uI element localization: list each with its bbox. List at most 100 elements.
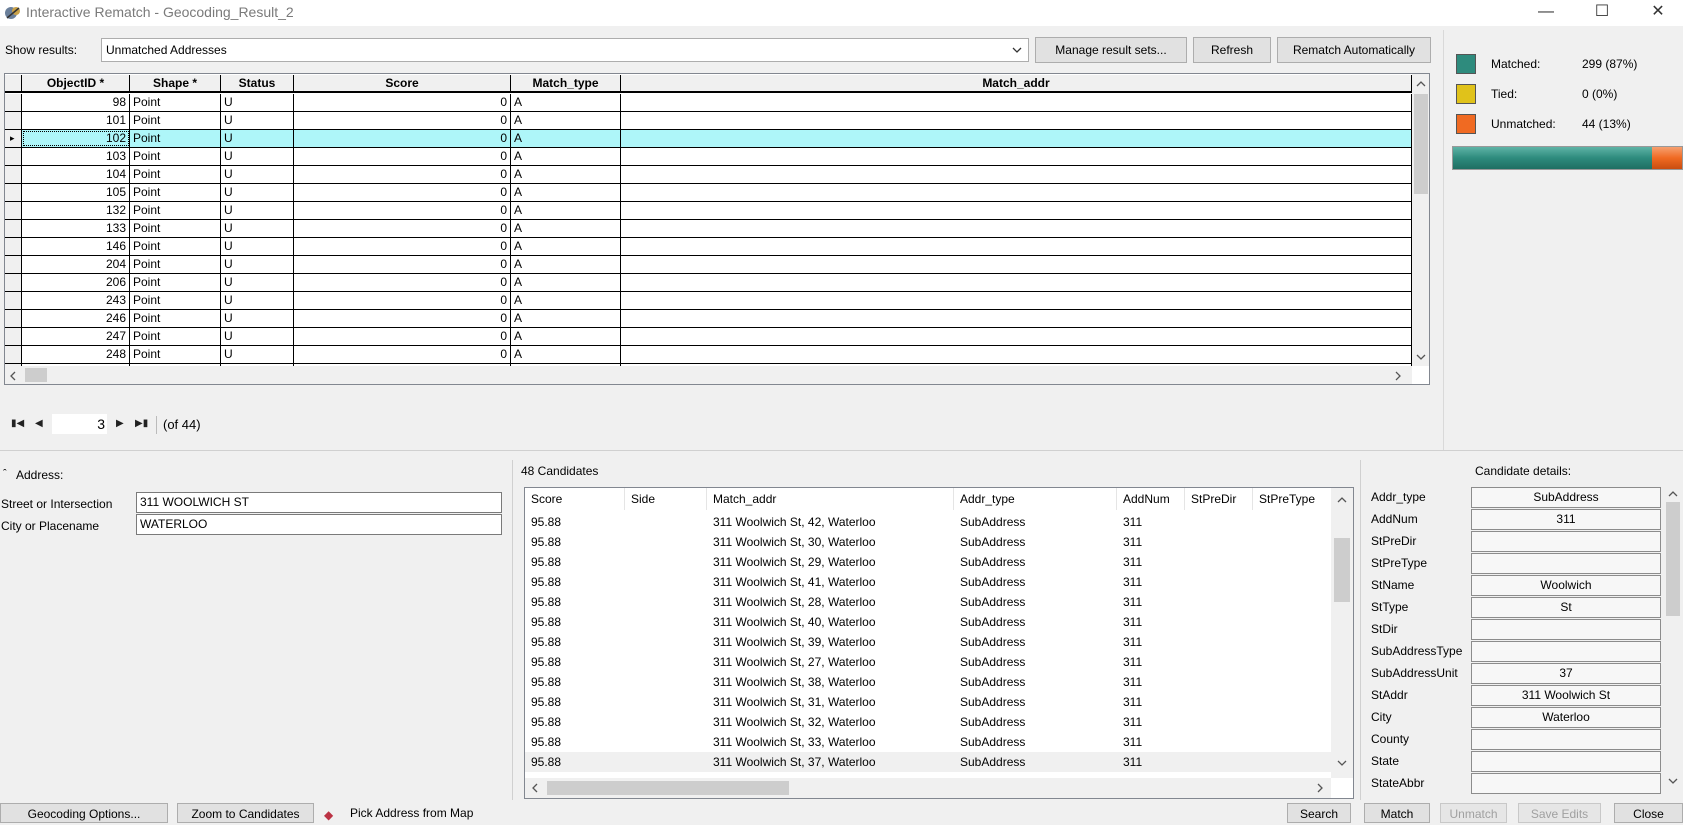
table-cell[interactable]: 206 — [22, 274, 130, 291]
table-cell[interactable]: U — [221, 310, 294, 327]
scroll-down-icon[interactable] — [1668, 778, 1678, 785]
table-cell[interactable] — [621, 220, 1412, 237]
detail-value[interactable]: 37 — [1471, 663, 1661, 684]
candidate-row[interactable]: 95.88 311 Woolwich St, 41, Waterloo SubAdd… — [525, 572, 1331, 592]
detail-value[interactable] — [1471, 751, 1661, 772]
table-cell[interactable]: U — [221, 274, 294, 291]
table-cell[interactable]: 104 — [22, 166, 130, 183]
table-cell[interactable]: 0 — [294, 184, 511, 201]
row-selector[interactable] — [5, 256, 22, 273]
table-cell[interactable]: 0 — [294, 256, 511, 273]
scroll-down-icon[interactable] — [1416, 354, 1426, 361]
table-cell[interactable]: 0 — [294, 130, 511, 147]
detail-value[interactable] — [1471, 619, 1661, 640]
row-selector[interactable] — [5, 328, 22, 345]
table-cell[interactable]: A — [511, 256, 621, 273]
table-cell[interactable]: U — [221, 256, 294, 273]
row-selector[interactable] — [5, 292, 22, 309]
row-selector[interactable] — [5, 166, 22, 183]
page-number-input[interactable]: 3 — [52, 414, 107, 434]
table-cell[interactable]: A — [511, 202, 621, 219]
detail-value[interactable]: Waterloo — [1471, 707, 1661, 728]
column-header-objectid[interactable]: ObjectID * — [22, 75, 130, 93]
table-cell[interactable]: A — [511, 148, 621, 165]
table-row[interactable]: ▸ 102 Point U 0 A — [5, 130, 1412, 148]
table-row[interactable]: 105 Point U 0 A — [5, 184, 1412, 202]
table-cell[interactable] — [621, 112, 1412, 129]
table-row[interactable]: 248 Point U 0 A — [5, 346, 1412, 364]
table-cell[interactable]: Point — [130, 346, 221, 363]
table-row[interactable]: 132 Point U 0 A — [5, 202, 1412, 220]
table-cell[interactable]: 146 — [22, 238, 130, 255]
candidate-row[interactable]: 95.88 311 Woolwich St, 27, Waterloo SubAdd… — [525, 652, 1331, 672]
candidate-row[interactable]: 95.88 311 Woolwich St, 29, Waterloo SubAdd… — [525, 552, 1331, 572]
detail-value[interactable] — [1471, 773, 1661, 794]
table-cell[interactable]: 133 — [22, 220, 130, 237]
table-cell[interactable]: Point — [130, 292, 221, 309]
table-cell[interactable]: 102 — [22, 130, 130, 147]
manage-result-sets-button[interactable]: Manage result sets... — [1035, 37, 1187, 63]
table-cell[interactable]: Point — [130, 184, 221, 201]
match-button[interactable]: Match — [1364, 803, 1430, 823]
cand-header-side[interactable]: Side — [625, 488, 707, 510]
table-row[interactable]: 206 Point U 0 A — [5, 274, 1412, 292]
zoom-to-candidates-button[interactable]: Zoom to Candidates — [177, 803, 314, 823]
close-button[interactable]: Close — [1614, 803, 1683, 823]
table-cell[interactable]: U — [221, 184, 294, 201]
table-cell[interactable]: Point — [130, 238, 221, 255]
last-page-icon[interactable]: ▶▮ — [135, 418, 148, 429]
table-cell[interactable]: U — [221, 166, 294, 183]
candidate-row[interactable]: 95.88 311 Woolwich St, 31, Waterloo SubAdd… — [525, 692, 1331, 712]
table-cell[interactable]: A — [511, 346, 621, 363]
street-input[interactable]: 311 WOOLWICH ST — [136, 492, 502, 513]
city-input[interactable]: WATERLOO — [136, 514, 502, 535]
geocoding-options-button[interactable]: Geocoding Options... — [0, 803, 168, 823]
table-cell[interactable] — [621, 202, 1412, 219]
table-scroll-thumb[interactable] — [1414, 94, 1428, 194]
table-cell[interactable]: 0 — [294, 148, 511, 165]
refresh-button[interactable]: Refresh — [1193, 37, 1271, 63]
cand-header-addr-type[interactable]: Addr_type — [954, 488, 1117, 510]
table-cell[interactable]: Point — [130, 256, 221, 273]
table-cell[interactable]: A — [511, 238, 621, 255]
scroll-up-icon[interactable] — [1337, 496, 1347, 503]
table-cell[interactable]: Point — [130, 130, 221, 147]
table-row[interactable]: 104 Point U 0 A — [5, 166, 1412, 184]
table-row[interactable]: 103 Point U 0 A — [5, 148, 1412, 166]
minimize-icon[interactable]: — — [1523, 0, 1569, 26]
table-cell[interactable]: A — [511, 310, 621, 327]
details-vertical-scrollbar[interactable] — [1664, 484, 1682, 794]
column-header-score[interactable]: Score — [294, 75, 511, 93]
table-cell[interactable]: Point — [130, 94, 221, 111]
table-cell[interactable]: 0 — [294, 94, 511, 111]
table-cell[interactable]: 204 — [22, 256, 130, 273]
table-cell[interactable]: 0 — [294, 166, 511, 183]
table-cell[interactable]: 0 — [294, 274, 511, 291]
candidate-row[interactable]: 95.88 311 Woolwich St, 32, Waterloo SubAdd… — [525, 712, 1331, 732]
candidates-vertical-scrollbar[interactable] — [1331, 488, 1353, 778]
table-cell[interactable]: A — [511, 112, 621, 129]
table-cell[interactable] — [621, 94, 1412, 111]
table-cell[interactable]: 248 — [22, 346, 130, 363]
candidate-row[interactable]: 95.88 311 Woolwich St, 42, Waterloo SubAdd… — [525, 512, 1331, 532]
table-row[interactable]: 133 Point U 0 A — [5, 220, 1412, 238]
table-cell[interactable]: 105 — [22, 184, 130, 201]
row-selector[interactable] — [5, 220, 22, 237]
rematch-automatically-button[interactable]: Rematch Automatically — [1277, 37, 1431, 63]
candidate-row[interactable]: 95.88 311 Woolwich St, 28, Waterloo SubAdd… — [525, 592, 1331, 612]
table-cell[interactable]: Point — [130, 310, 221, 327]
search-button[interactable]: Search — [1287, 803, 1351, 823]
table-cell[interactable]: 0 — [294, 220, 511, 237]
column-header-shape[interactable]: Shape * — [130, 75, 221, 93]
table-vertical-scrollbar[interactable] — [1412, 74, 1429, 366]
table-row[interactable]: 98 Point U 0 A — [5, 94, 1412, 112]
table-cell[interactable] — [621, 238, 1412, 255]
candidate-row[interactable]: 95.88 311 Woolwich St, 33, Waterloo SubAdd… — [525, 732, 1331, 752]
table-cell[interactable]: A — [511, 220, 621, 237]
table-cell[interactable]: 0 — [294, 238, 511, 255]
table-row[interactable]: 246 Point U 0 A — [5, 310, 1412, 328]
table-cell[interactable]: 103 — [22, 148, 130, 165]
table-cell[interactable]: U — [221, 130, 294, 147]
table-cell[interactable]: A — [511, 274, 621, 291]
table-cell[interactable]: 247 — [22, 328, 130, 345]
